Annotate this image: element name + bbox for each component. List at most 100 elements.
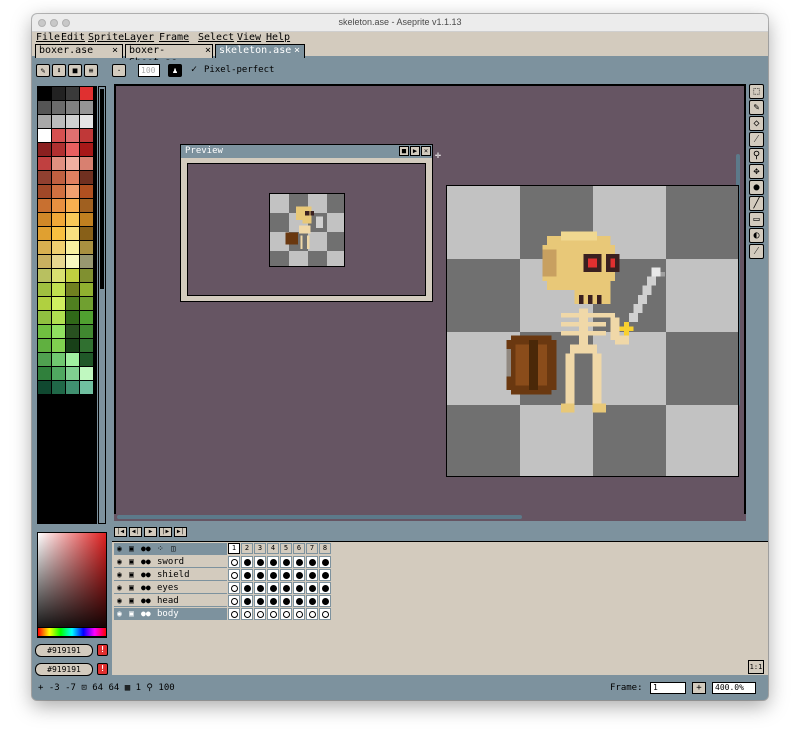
cel[interactable]	[293, 569, 305, 581]
palette-swatch[interactable]	[52, 311, 65, 324]
tab-close-icon[interactable]: ×	[112, 45, 118, 57]
palette-swatch[interactable]	[66, 157, 79, 170]
palette-swatch[interactable]	[80, 129, 93, 142]
prev-frame-icon[interactable]: ◀|	[129, 527, 142, 537]
palette-swatch[interactable]	[38, 143, 51, 156]
move-tool-icon[interactable]: ✥	[749, 164, 764, 179]
tab-skeleton[interactable]: skeleton.ase ×	[215, 44, 305, 58]
palette-swatch[interactable]	[52, 129, 65, 142]
palette-swatch[interactable]	[38, 199, 51, 212]
palette-swatch[interactable]	[66, 213, 79, 226]
brush-size-input[interactable]: 100	[138, 64, 160, 77]
palette-swatch[interactable]	[66, 283, 79, 296]
palette-swatch[interactable]	[66, 115, 79, 128]
palette-scrollbar[interactable]	[98, 86, 106, 524]
frame-header[interactable]: 8	[319, 543, 331, 554]
cel[interactable]	[241, 608, 253, 620]
palette-swatch[interactable]	[66, 241, 79, 254]
color-spectrum[interactable]	[37, 532, 107, 638]
tab-boxer[interactable]: boxer.ase ×	[35, 44, 123, 58]
frame-input[interactable]: 1	[650, 682, 686, 694]
cel[interactable]	[293, 608, 305, 620]
palette-swatch[interactable]	[66, 297, 79, 310]
eye-icon[interactable]: ◉	[117, 557, 122, 567]
cel[interactable]	[280, 569, 292, 581]
cel[interactable]	[306, 582, 318, 594]
cel[interactable]	[280, 556, 292, 568]
palette-swatch[interactable]	[38, 325, 51, 338]
cel[interactable]	[293, 582, 305, 594]
palette-swatch[interactable]	[80, 241, 93, 254]
palette-swatch[interactable]	[66, 129, 79, 142]
palette-swatch[interactable]	[38, 101, 51, 114]
continuous-icon[interactable]: ●●	[141, 557, 151, 567]
layer-row[interactable]: ◉ ▣ ●● head	[114, 595, 227, 607]
frame-header[interactable]: 7	[306, 543, 318, 554]
hue-slider[interactable]	[37, 627, 107, 637]
cel[interactable]	[267, 556, 279, 568]
palette-swatch[interactable]	[66, 199, 79, 212]
palette-swatch[interactable]	[80, 311, 93, 324]
layer-row[interactable]: ◉ ▣ ●● shield	[114, 569, 227, 581]
cel[interactable]	[306, 569, 318, 581]
palette-swatch[interactable]	[80, 367, 93, 380]
ink-bucket-icon[interactable]: ♟	[168, 64, 182, 77]
pixel-perfect-checkbox[interactable]: ✓	[191, 64, 197, 75]
palette-swatch[interactable]	[66, 353, 79, 366]
frame-header[interactable]: 2	[241, 543, 253, 554]
warning-icon[interactable]: !	[97, 663, 108, 675]
palette-swatch[interactable]	[80, 269, 93, 282]
palette-swatch[interactable]	[52, 269, 65, 282]
palette-swatch[interactable]	[38, 353, 51, 366]
cel[interactable]	[228, 582, 240, 594]
next-frame-icon[interactable]: |▶	[159, 527, 172, 537]
preview-close-icon[interactable]: ×	[421, 146, 431, 156]
lock-icon[interactable]: ▣	[129, 544, 134, 554]
tab-boxer-sheet[interactable]: boxer-Sheet.as ×	[125, 44, 213, 68]
palette-swatch[interactable]	[52, 171, 65, 184]
eye-icon[interactable]: ◉	[117, 583, 122, 593]
palette-swatch[interactable]	[38, 213, 51, 226]
palette-swatch[interactable]	[52, 157, 65, 170]
eye-icon[interactable]: ◉	[117, 544, 122, 554]
continuous-icon[interactable]: ●●	[141, 570, 151, 580]
layer-options-icon[interactable]: ◫	[171, 544, 176, 554]
cel[interactable]	[293, 595, 305, 607]
lock-icon[interactable]: ▣	[129, 557, 134, 567]
palette-swatch[interactable]	[66, 367, 79, 380]
lock-icon[interactable]: ▣	[129, 583, 134, 593]
palette-swatch[interactable]	[80, 157, 93, 170]
cel[interactable]	[280, 608, 292, 620]
cel[interactable]	[228, 608, 240, 620]
cel[interactable]	[293, 556, 305, 568]
eye-icon[interactable]: ◉	[117, 570, 122, 580]
palette-scroll-thumb[interactable]	[100, 89, 104, 289]
palette-swatch[interactable]	[80, 143, 93, 156]
palette-swatch[interactable]	[80, 339, 93, 352]
palette-swatch[interactable]	[52, 87, 65, 100]
onion-skin-icon[interactable]: ⁘	[157, 544, 164, 554]
cel[interactable]	[241, 582, 253, 594]
palette-swatch[interactable]	[80, 227, 93, 240]
palette-swatch[interactable]	[66, 311, 79, 324]
palette-swatch[interactable]	[38, 311, 51, 324]
cel[interactable]	[228, 569, 240, 581]
eyedropper-tool-icon[interactable]: ⁄	[749, 132, 764, 147]
palette-swatch[interactable]	[38, 283, 51, 296]
palette-swatch[interactable]	[52, 339, 65, 352]
palette-swatch[interactable]	[66, 255, 79, 268]
cel[interactable]	[254, 595, 266, 607]
cel[interactable]	[228, 556, 240, 568]
tab-close-icon[interactable]: ×	[205, 45, 211, 57]
square-brush-icon[interactable]: ■	[68, 64, 82, 77]
cel[interactable]	[228, 595, 240, 607]
warning-icon[interactable]: !	[97, 644, 108, 656]
editor-horizontal-scroll-thumb[interactable]	[117, 515, 522, 519]
continuous-icon[interactable]: ●●	[141, 596, 151, 606]
zoom-one-to-one-button[interactable]: 1:1	[748, 660, 764, 674]
eraser-tool-icon[interactable]: ◇	[749, 116, 764, 131]
cel[interactable]	[319, 569, 331, 581]
palette-swatch[interactable]	[52, 325, 65, 338]
palette-swatch[interactable]	[66, 269, 79, 282]
continuous-icon[interactable]: ●●	[141, 609, 151, 619]
